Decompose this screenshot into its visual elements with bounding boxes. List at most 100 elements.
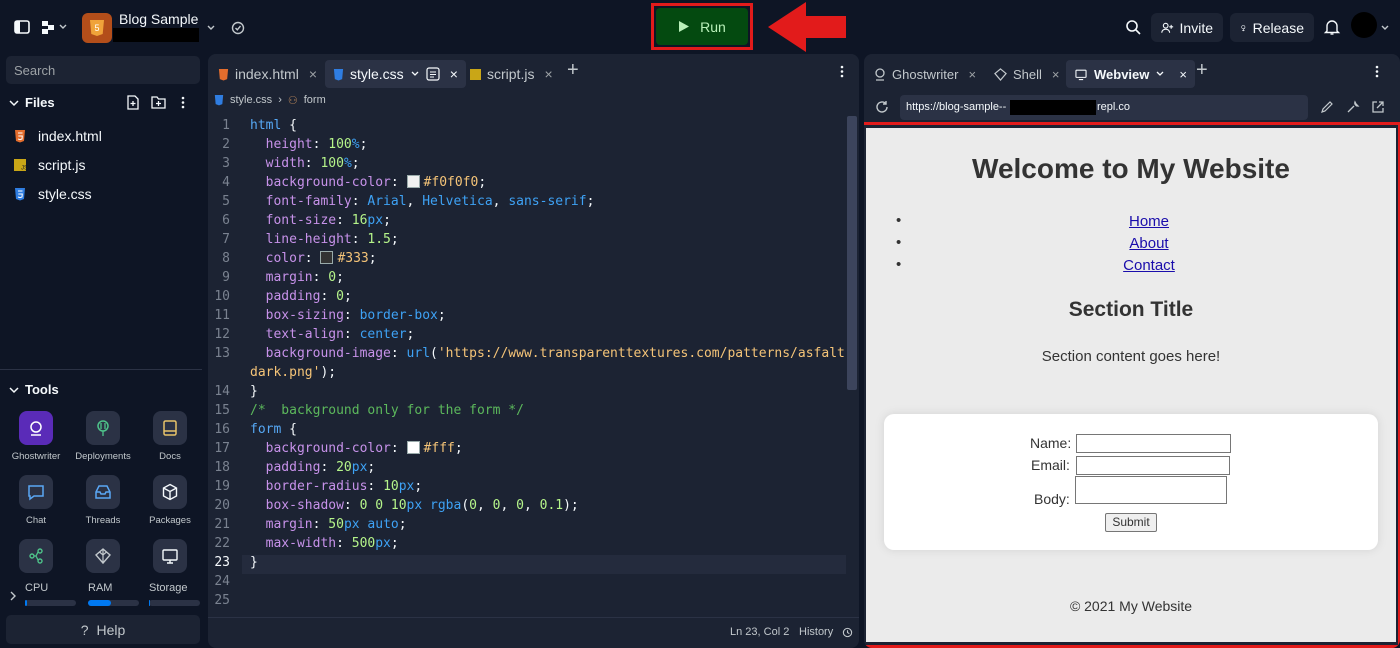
nav-link-home[interactable]: Home	[866, 213, 1396, 230]
format-icon[interactable]	[426, 67, 440, 81]
red-arrow-annotation	[768, 2, 846, 52]
docs-icon	[163, 420, 177, 436]
deployments-icon	[97, 420, 109, 436]
tab-webview[interactable]: Webview ×	[1066, 60, 1195, 88]
tool-ghostwriter[interactable]: Ghostwriter	[6, 411, 66, 462]
chevron-right-icon[interactable]	[8, 590, 18, 602]
line-number: 1	[222, 118, 230, 133]
tab-script-js[interactable]: script.js ×	[462, 60, 561, 88]
close-icon[interactable]: ×	[544, 66, 552, 82]
release-label: Release	[1252, 19, 1304, 36]
storage-meter-fill	[149, 600, 151, 606]
file-name: script.js	[38, 157, 86, 173]
run-label: Run	[700, 18, 726, 35]
help-label: Help	[96, 621, 126, 638]
sidebar-toggle-icon[interactable]	[13, 18, 31, 36]
tool-docs[interactable]: Docs	[140, 411, 200, 462]
css-file-icon	[333, 68, 344, 80]
new-file-icon[interactable]	[126, 95, 140, 110]
tool-git[interactable]	[6, 539, 66, 579]
breadcrumb-file[interactable]: style.css	[230, 94, 272, 106]
run-button[interactable]: Run	[656, 8, 748, 45]
release-button[interactable]: Release	[1230, 13, 1314, 42]
tab-shell[interactable]: Shell ×	[986, 60, 1068, 88]
file-item-style-css[interactable]: style.css	[14, 186, 92, 202]
edit-icon[interactable]	[1320, 100, 1334, 114]
add-tab-icon[interactable]: +	[567, 59, 579, 82]
nav-link-about[interactable]: About	[866, 235, 1396, 252]
footer-text: © 2021 My Website	[1069, 598, 1193, 614]
close-icon[interactable]: ×	[1179, 67, 1187, 82]
tool-chat[interactable]: Chat	[6, 475, 66, 526]
chevron-down-icon[interactable]	[8, 384, 20, 396]
nav-link-contact[interactable]: Contact	[866, 257, 1396, 274]
chevron-down-icon[interactable]	[1155, 69, 1165, 79]
close-icon[interactable]: ×	[450, 66, 458, 82]
help-button[interactable]: ? Help	[6, 615, 200, 644]
release-icon	[1241, 24, 1246, 31]
close-icon[interactable]: ×	[309, 66, 317, 82]
chevron-down-icon[interactable]	[1379, 18, 1391, 36]
open-external-icon[interactable]	[1371, 100, 1385, 114]
tab-index-html[interactable]: index.html ×	[210, 60, 325, 88]
history-button[interactable]: History	[799, 626, 833, 638]
avatar[interactable]	[1351, 12, 1377, 38]
tool-label: Docs	[159, 451, 181, 462]
tab-ghostwriter[interactable]: Ghostwriter ×	[866, 60, 984, 88]
more-vertical-icon[interactable]	[839, 64, 845, 79]
breadcrumb-symbol[interactable]: form	[304, 94, 326, 106]
package-icon	[162, 483, 178, 501]
editor-scrollbar[interactable]	[847, 116, 857, 390]
file-item-index-html[interactable]: index.html	[14, 128, 102, 144]
body-textarea[interactable]	[1075, 476, 1227, 504]
tab-style-css[interactable]: style.css ×	[325, 60, 466, 88]
editor-status-bar: Ln 23, Col 2 History	[208, 617, 859, 648]
tool-deployments[interactable]: Deployments	[73, 411, 133, 462]
chat-icon	[28, 485, 44, 501]
storage-label: Storage	[149, 582, 188, 594]
line-number: 17	[214, 441, 230, 456]
bell-icon[interactable]	[1323, 18, 1341, 36]
files-title: Files	[25, 95, 55, 110]
project-avatar[interactable]: 5	[82, 13, 112, 43]
svg-text:5: 5	[94, 23, 99, 33]
tab-label: style.css	[350, 66, 404, 82]
chevron-down-icon[interactable]	[8, 97, 20, 109]
project-name[interactable]: Blog Sample	[119, 11, 198, 27]
email-field[interactable]	[1076, 456, 1230, 475]
tab-label: Ghostwriter	[892, 66, 959, 82]
cpu-label: CPU	[25, 582, 49, 594]
replit-logo-icon[interactable]	[40, 18, 70, 36]
search-input[interactable]: Search	[6, 56, 200, 84]
email-label: Email:	[1031, 457, 1070, 473]
tool-threads[interactable]: Threads	[73, 475, 133, 526]
chevron-down-icon[interactable]	[205, 18, 217, 36]
new-folder-icon[interactable]	[151, 95, 166, 109]
wrench-icon[interactable]	[1346, 100, 1360, 114]
refresh-icon[interactable]	[875, 100, 889, 114]
more-vertical-icon[interactable]	[1374, 64, 1380, 79]
close-icon[interactable]: ×	[1052, 67, 1060, 82]
tool-webview[interactable]	[140, 539, 200, 579]
section-content: Section content goes here!	[1041, 348, 1221, 365]
cursor-position[interactable]: Ln 23, Col 2	[730, 626, 789, 638]
chevron-down-icon[interactable]	[410, 69, 420, 79]
redacted-block	[113, 28, 199, 42]
breadcrumb: style.css › ⚇ form	[208, 89, 859, 111]
tool-shell[interactable]	[73, 539, 133, 579]
code-content[interactable]: html { height: 100%; width: 100%; backgr…	[250, 116, 853, 616]
cloud-sync-icon[interactable]	[229, 18, 247, 36]
line-number: 19	[214, 479, 230, 494]
name-field[interactable]	[1076, 434, 1231, 453]
file-item-script-js[interactable]: JS script.js	[14, 157, 85, 173]
add-tab-icon[interactable]: +	[1196, 59, 1208, 82]
html-file-icon	[218, 68, 229, 80]
url-input[interactable]: https://blog-sample-- repl.co	[900, 95, 1308, 120]
search-icon[interactable]	[1124, 18, 1142, 36]
more-vertical-icon[interactable]	[180, 95, 186, 110]
submit-button[interactable]: Submit	[1105, 513, 1157, 532]
tool-packages[interactable]: Packages	[140, 475, 200, 526]
close-icon[interactable]: ×	[968, 67, 976, 82]
history-icon[interactable]	[842, 627, 853, 638]
invite-button[interactable]: Invite	[1151, 13, 1223, 42]
